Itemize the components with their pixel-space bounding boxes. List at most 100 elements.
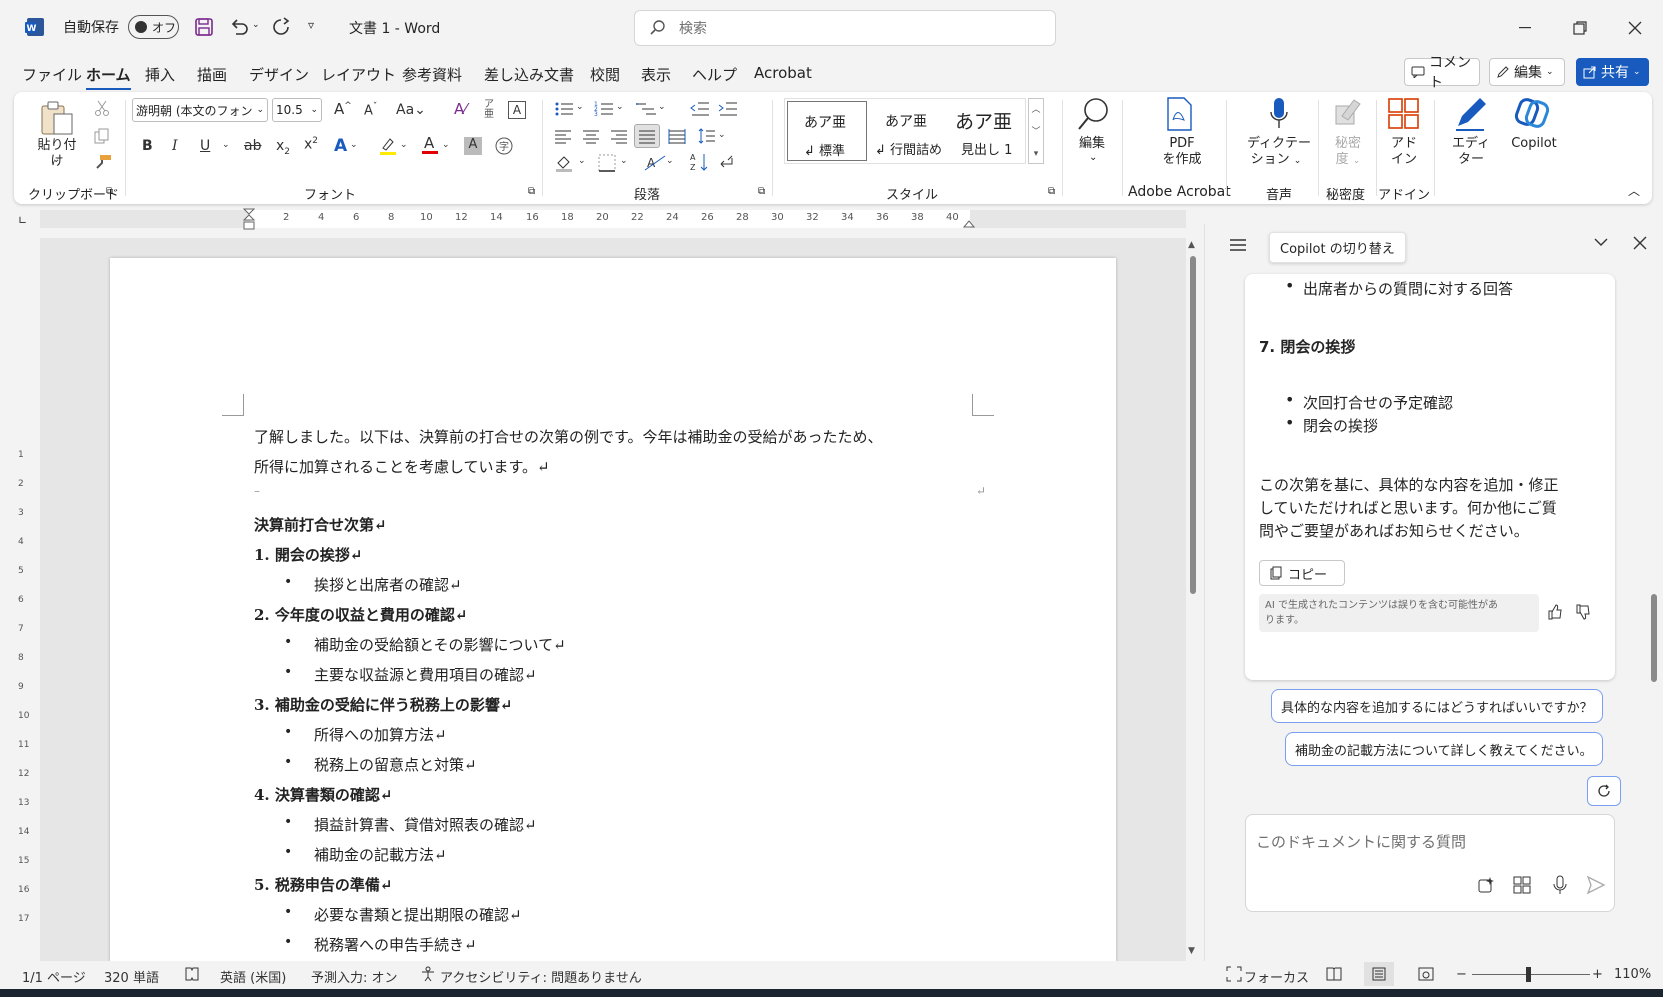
thumbs-up-icon[interactable] bbox=[1547, 604, 1563, 620]
copy-button[interactable]: コピー bbox=[1259, 560, 1345, 586]
editor-label-1[interactable]: エディ bbox=[1446, 136, 1496, 152]
underline-icon[interactable]: U bbox=[200, 138, 210, 154]
dictate-label-1[interactable]: ディクテー bbox=[1242, 136, 1316, 152]
read-mode-icon[interactable] bbox=[1326, 966, 1342, 982]
document-area[interactable]: 了解しました。以下は、決算前の打合せの次第の例です。今年は補助金の受給があったた… bbox=[40, 238, 1186, 961]
borders-chevron-down-icon[interactable]: ⌄ bbox=[620, 156, 628, 166]
show-marks-icon[interactable] bbox=[718, 154, 738, 172]
copilot-ribbon-label[interactable]: Copilot bbox=[1504, 136, 1564, 152]
close-window-icon[interactable] bbox=[1621, 14, 1649, 42]
right-indent-marker-icon[interactable] bbox=[963, 218, 975, 228]
distributed-icon[interactable] bbox=[668, 128, 686, 144]
web-layout-icon[interactable] bbox=[1418, 966, 1434, 982]
sensitivity-label-1[interactable]: 秘密 bbox=[1328, 136, 1368, 152]
tab-references[interactable]: 参考資料 bbox=[402, 64, 462, 85]
zoom-out-icon[interactable]: − bbox=[1456, 967, 1467, 982]
addins-label-1[interactable]: アド bbox=[1384, 136, 1424, 152]
font-size-select[interactable]: 10.5 ⌄ bbox=[272, 98, 322, 122]
sensitivity-label-2[interactable]: 度 ⌄ bbox=[1328, 152, 1368, 169]
bold-icon[interactable]: B bbox=[142, 138, 153, 154]
accessibility-icon[interactable] bbox=[420, 966, 436, 982]
pane-close-icon[interactable] bbox=[1633, 236, 1647, 250]
addins-icon[interactable] bbox=[1388, 98, 1420, 130]
editing-label[interactable]: 編集 bbox=[1072, 136, 1112, 152]
increase-indent-icon[interactable] bbox=[718, 100, 738, 118]
shrink-font-icon[interactable]: Aˇ bbox=[364, 102, 377, 118]
font-launcher-icon[interactable]: ⧉ bbox=[528, 186, 535, 197]
tab-home[interactable]: ホーム bbox=[86, 64, 131, 90]
clipboard-launcher-icon[interactable]: ⧉ bbox=[106, 186, 113, 197]
accessibility-status[interactable]: アクセシビリティ: 問題ありません bbox=[440, 967, 642, 986]
suggestion-2-button[interactable]: 補助金の記載方法について詳しく教えてください。 bbox=[1285, 732, 1603, 766]
bullets-icon[interactable] bbox=[554, 100, 574, 118]
horizontal-ruler[interactable]: 2 4 6 8 10 12 14 16 18 20 22 24 26 28 30… bbox=[250, 210, 970, 228]
zoom-level[interactable]: 110% bbox=[1614, 967, 1651, 982]
justify-icon[interactable] bbox=[634, 124, 660, 148]
align-left-icon[interactable] bbox=[554, 128, 572, 144]
pdf-create-icon[interactable] bbox=[1164, 96, 1194, 132]
microphone-icon[interactable] bbox=[1268, 96, 1290, 132]
find-icon[interactable] bbox=[1076, 96, 1112, 132]
language[interactable]: 英語 (米国) bbox=[220, 967, 286, 986]
font-name-select[interactable]: 游明朝 (本文のフォン ⌄ bbox=[132, 98, 268, 122]
undo-dropdown-icon[interactable]: ⌄ bbox=[252, 20, 260, 30]
style-no-spacing[interactable]: あア亜 ↲ 行間詰め bbox=[871, 101, 951, 161]
clear-formatting-icon[interactable]: A⁄ bbox=[454, 100, 467, 118]
save-icon[interactable] bbox=[194, 17, 214, 37]
character-shading-icon[interactable]: A bbox=[464, 137, 482, 155]
text-effects-chevron-down-icon[interactable]: ⌄ bbox=[350, 140, 358, 150]
borders-icon[interactable] bbox=[598, 154, 616, 172]
highlight-icon[interactable] bbox=[378, 136, 398, 156]
pdf-label-2[interactable]: を作成 bbox=[1152, 152, 1212, 168]
decrease-indent-icon[interactable] bbox=[690, 100, 710, 118]
paste-chevron-down-icon[interactable]: ⌄ bbox=[52, 154, 60, 165]
bullets-chevron-down-icon[interactable]: ⌄ bbox=[576, 102, 584, 112]
document-scrollbar[interactable]: ▲ ▼ bbox=[1186, 238, 1200, 961]
word-count[interactable]: 320 単語 bbox=[104, 967, 159, 986]
proofing-icon[interactable] bbox=[184, 966, 200, 982]
minimize-icon[interactable] bbox=[1511, 14, 1539, 42]
share-button[interactable]: 共有 ⌄ bbox=[1576, 58, 1649, 86]
tab-design[interactable]: デザイン bbox=[249, 64, 309, 85]
refresh-suggestions-button[interactable] bbox=[1587, 776, 1621, 806]
editing-chevron-down-icon[interactable]: ⌄ bbox=[1089, 152, 1097, 163]
tab-file[interactable]: ファイル bbox=[22, 64, 82, 85]
underline-chevron-down-icon[interactable]: ⌄ bbox=[222, 140, 230, 150]
align-center-icon[interactable] bbox=[582, 128, 600, 144]
scroll-thumb[interactable] bbox=[1190, 256, 1196, 594]
cut-icon[interactable] bbox=[94, 100, 110, 116]
text-direction-icon[interactable]: A bbox=[644, 154, 666, 172]
align-right-icon[interactable] bbox=[610, 128, 628, 144]
phonetic-guide-icon[interactable]: ア亜 bbox=[484, 100, 494, 120]
edit-mode-button[interactable]: 編集 ⌄ bbox=[1489, 58, 1565, 86]
collapse-ribbon-icon[interactable]: ︿ bbox=[1628, 182, 1640, 199]
grow-font-icon[interactable]: A^ bbox=[334, 100, 352, 118]
line-spacing-chevron-down-icon[interactable]: ⌄ bbox=[718, 130, 726, 140]
editor-icon[interactable] bbox=[1454, 96, 1488, 132]
suggestion-1-button[interactable]: 具体的な内容を追加するにはどうすればいいですか？ bbox=[1271, 689, 1603, 723]
text-effects-icon[interactable]: A bbox=[334, 136, 347, 156]
superscript-icon[interactable]: x2 bbox=[304, 136, 318, 153]
shading-chevron-down-icon[interactable]: ⌄ bbox=[578, 156, 586, 166]
search-box[interactable]: 検索 bbox=[634, 10, 1056, 46]
pane-chevron-down-icon[interactable] bbox=[1593, 236, 1609, 248]
copilot-input-box[interactable]: このドキュメントに関する質問 bbox=[1245, 814, 1615, 912]
comment-button[interactable]: コメント bbox=[1404, 55, 1480, 91]
prompt-guide-icon[interactable] bbox=[1476, 875, 1496, 895]
restore-icon[interactable] bbox=[1566, 14, 1594, 42]
styles-scroll[interactable]: ︿ ﹀ ▾ bbox=[1028, 98, 1044, 164]
dictate-label-2[interactable]: ション ⌄ bbox=[1242, 152, 1310, 169]
style-heading1[interactable]: あア亜 見出し 1 bbox=[953, 101, 1027, 161]
paragraph-launcher-icon[interactable]: ⧉ bbox=[758, 186, 765, 197]
thumbs-down-icon[interactable] bbox=[1575, 604, 1591, 620]
apps-icon[interactable] bbox=[1512, 875, 1532, 895]
zoom-in-icon[interactable]: + bbox=[1592, 967, 1603, 982]
autosave-toggle[interactable]: オフ bbox=[128, 15, 179, 39]
style-normal[interactable]: あア亜 ↲ 標準 bbox=[787, 101, 867, 161]
document-page[interactable]: 了解しました。以下は、決算前の打合せの次第の例です。今年は補助金の受給があったた… bbox=[110, 258, 1116, 961]
copy-icon[interactable] bbox=[94, 128, 110, 144]
zoom-slider-thumb[interactable] bbox=[1526, 967, 1531, 982]
paste-icon[interactable] bbox=[38, 100, 76, 136]
numbering-chevron-down-icon[interactable]: ⌄ bbox=[616, 102, 624, 112]
tab-help[interactable]: ヘルプ bbox=[692, 64, 737, 85]
